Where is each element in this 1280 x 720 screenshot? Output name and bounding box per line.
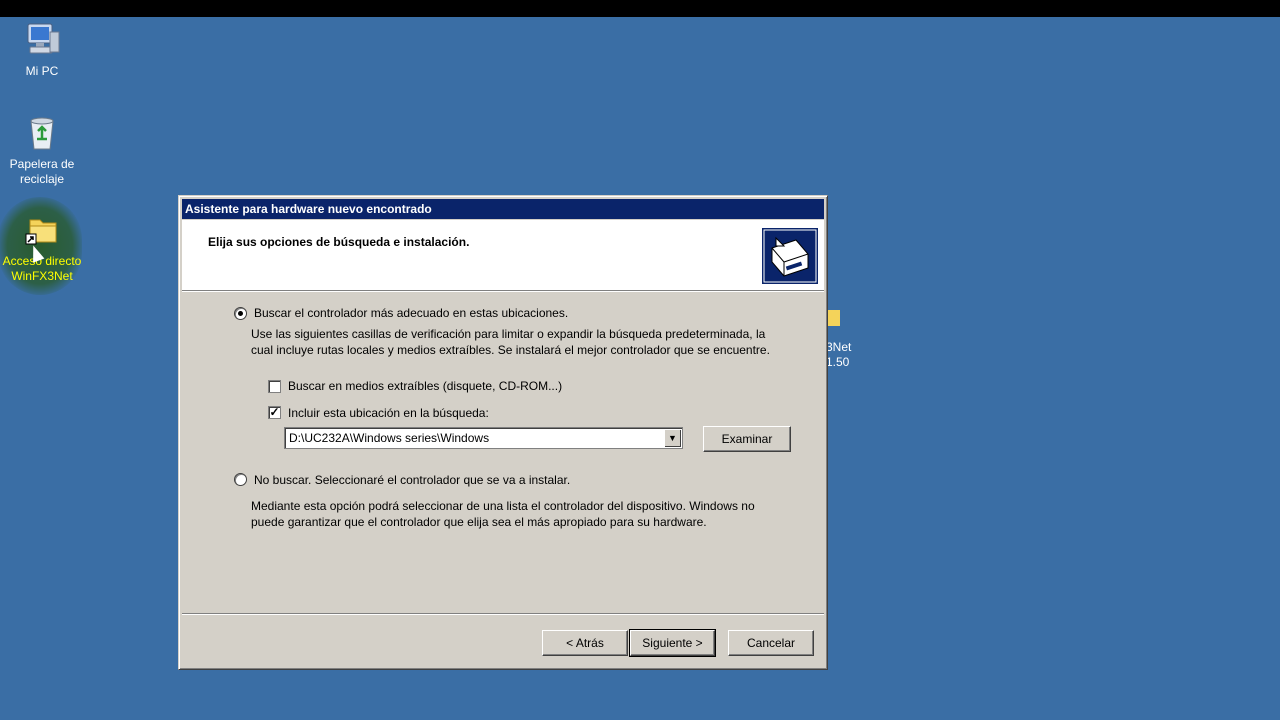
checkbox-include-location[interactable]: ✓ — [268, 406, 281, 419]
recycle-bin-icon — [22, 113, 62, 153]
footer-separator-highlight — [182, 614, 824, 615]
dialog-title[interactable]: Asistente para hardware nuevo encontrado — [182, 199, 824, 219]
desktop-icon-recycle-bin[interactable]: Papelera de reciclaje — [0, 113, 87, 187]
header-title: Elija sus opciones de búsqueda e instala… — [208, 235, 470, 249]
no-search-description-line2: puede garantizar que el controlador que … — [251, 515, 707, 529]
radio-no-search-label[interactable]: No buscar. Seleccionaré el controlador q… — [254, 473, 570, 487]
search-description-line2: cual incluye rutas locales y medios extr… — [251, 343, 770, 357]
header-separator-highlight — [182, 291, 824, 292]
cancel-button[interactable]: Cancelar — [728, 630, 814, 656]
back-button[interactable]: < Atrás — [542, 630, 628, 656]
location-combobox[interactable]: D:\UC232A\Windows series\Windows ▼ — [284, 427, 683, 449]
radio-no-search[interactable] — [234, 473, 247, 486]
desktop-icon-partial[interactable]: 3Net 1.50 — [826, 310, 851, 370]
no-search-description-line1: Mediante esta opción podrá seleccionar d… — [251, 499, 755, 513]
next-button[interactable]: Siguiente > — [629, 629, 716, 657]
desktop-icon-label: Mi PC — [25, 64, 59, 78]
desktop-icon-mi-pc[interactable]: Mi PC — [0, 20, 87, 79]
search-description-line1: Use las siguientes casillas de verificac… — [251, 327, 766, 341]
desktop-icon-winfx3net-shortcut[interactable]: Acceso directo WinFX3Net — [0, 210, 87, 284]
folder-shortcut-icon — [22, 210, 62, 250]
desktop-icon-label: Papelera de reciclaje — [9, 157, 75, 186]
partial-label-2: 1.50 — [826, 355, 850, 369]
radio-search-label[interactable]: Buscar el controlador más adecuado en es… — [254, 306, 568, 320]
found-new-hardware-wizard: Asistente para hardware nuevo encontrado… — [178, 195, 828, 670]
checkbox-location-label[interactable]: Incluir esta ubicación en la búsqueda: — [288, 406, 489, 420]
top-black-bar — [0, 0, 1280, 17]
location-value[interactable]: D:\UC232A\Windows series\Windows — [289, 431, 489, 445]
dropdown-arrow-icon[interactable]: ▼ — [664, 429, 681, 447]
browse-button[interactable]: Examinar — [703, 426, 791, 452]
radio-search[interactable] — [234, 307, 247, 320]
checkbox-removable-label[interactable]: Buscar en medios extraíbles (disquete, C… — [288, 379, 562, 393]
folder-icon — [826, 310, 840, 326]
hardware-icon — [762, 228, 818, 284]
checkbox-removable-media[interactable] — [268, 380, 281, 393]
dialog-header: Elija sus opciones de búsqueda e instala… — [182, 220, 824, 290]
computer-icon — [22, 20, 62, 60]
partial-label-1: 3Net — [826, 340, 852, 354]
